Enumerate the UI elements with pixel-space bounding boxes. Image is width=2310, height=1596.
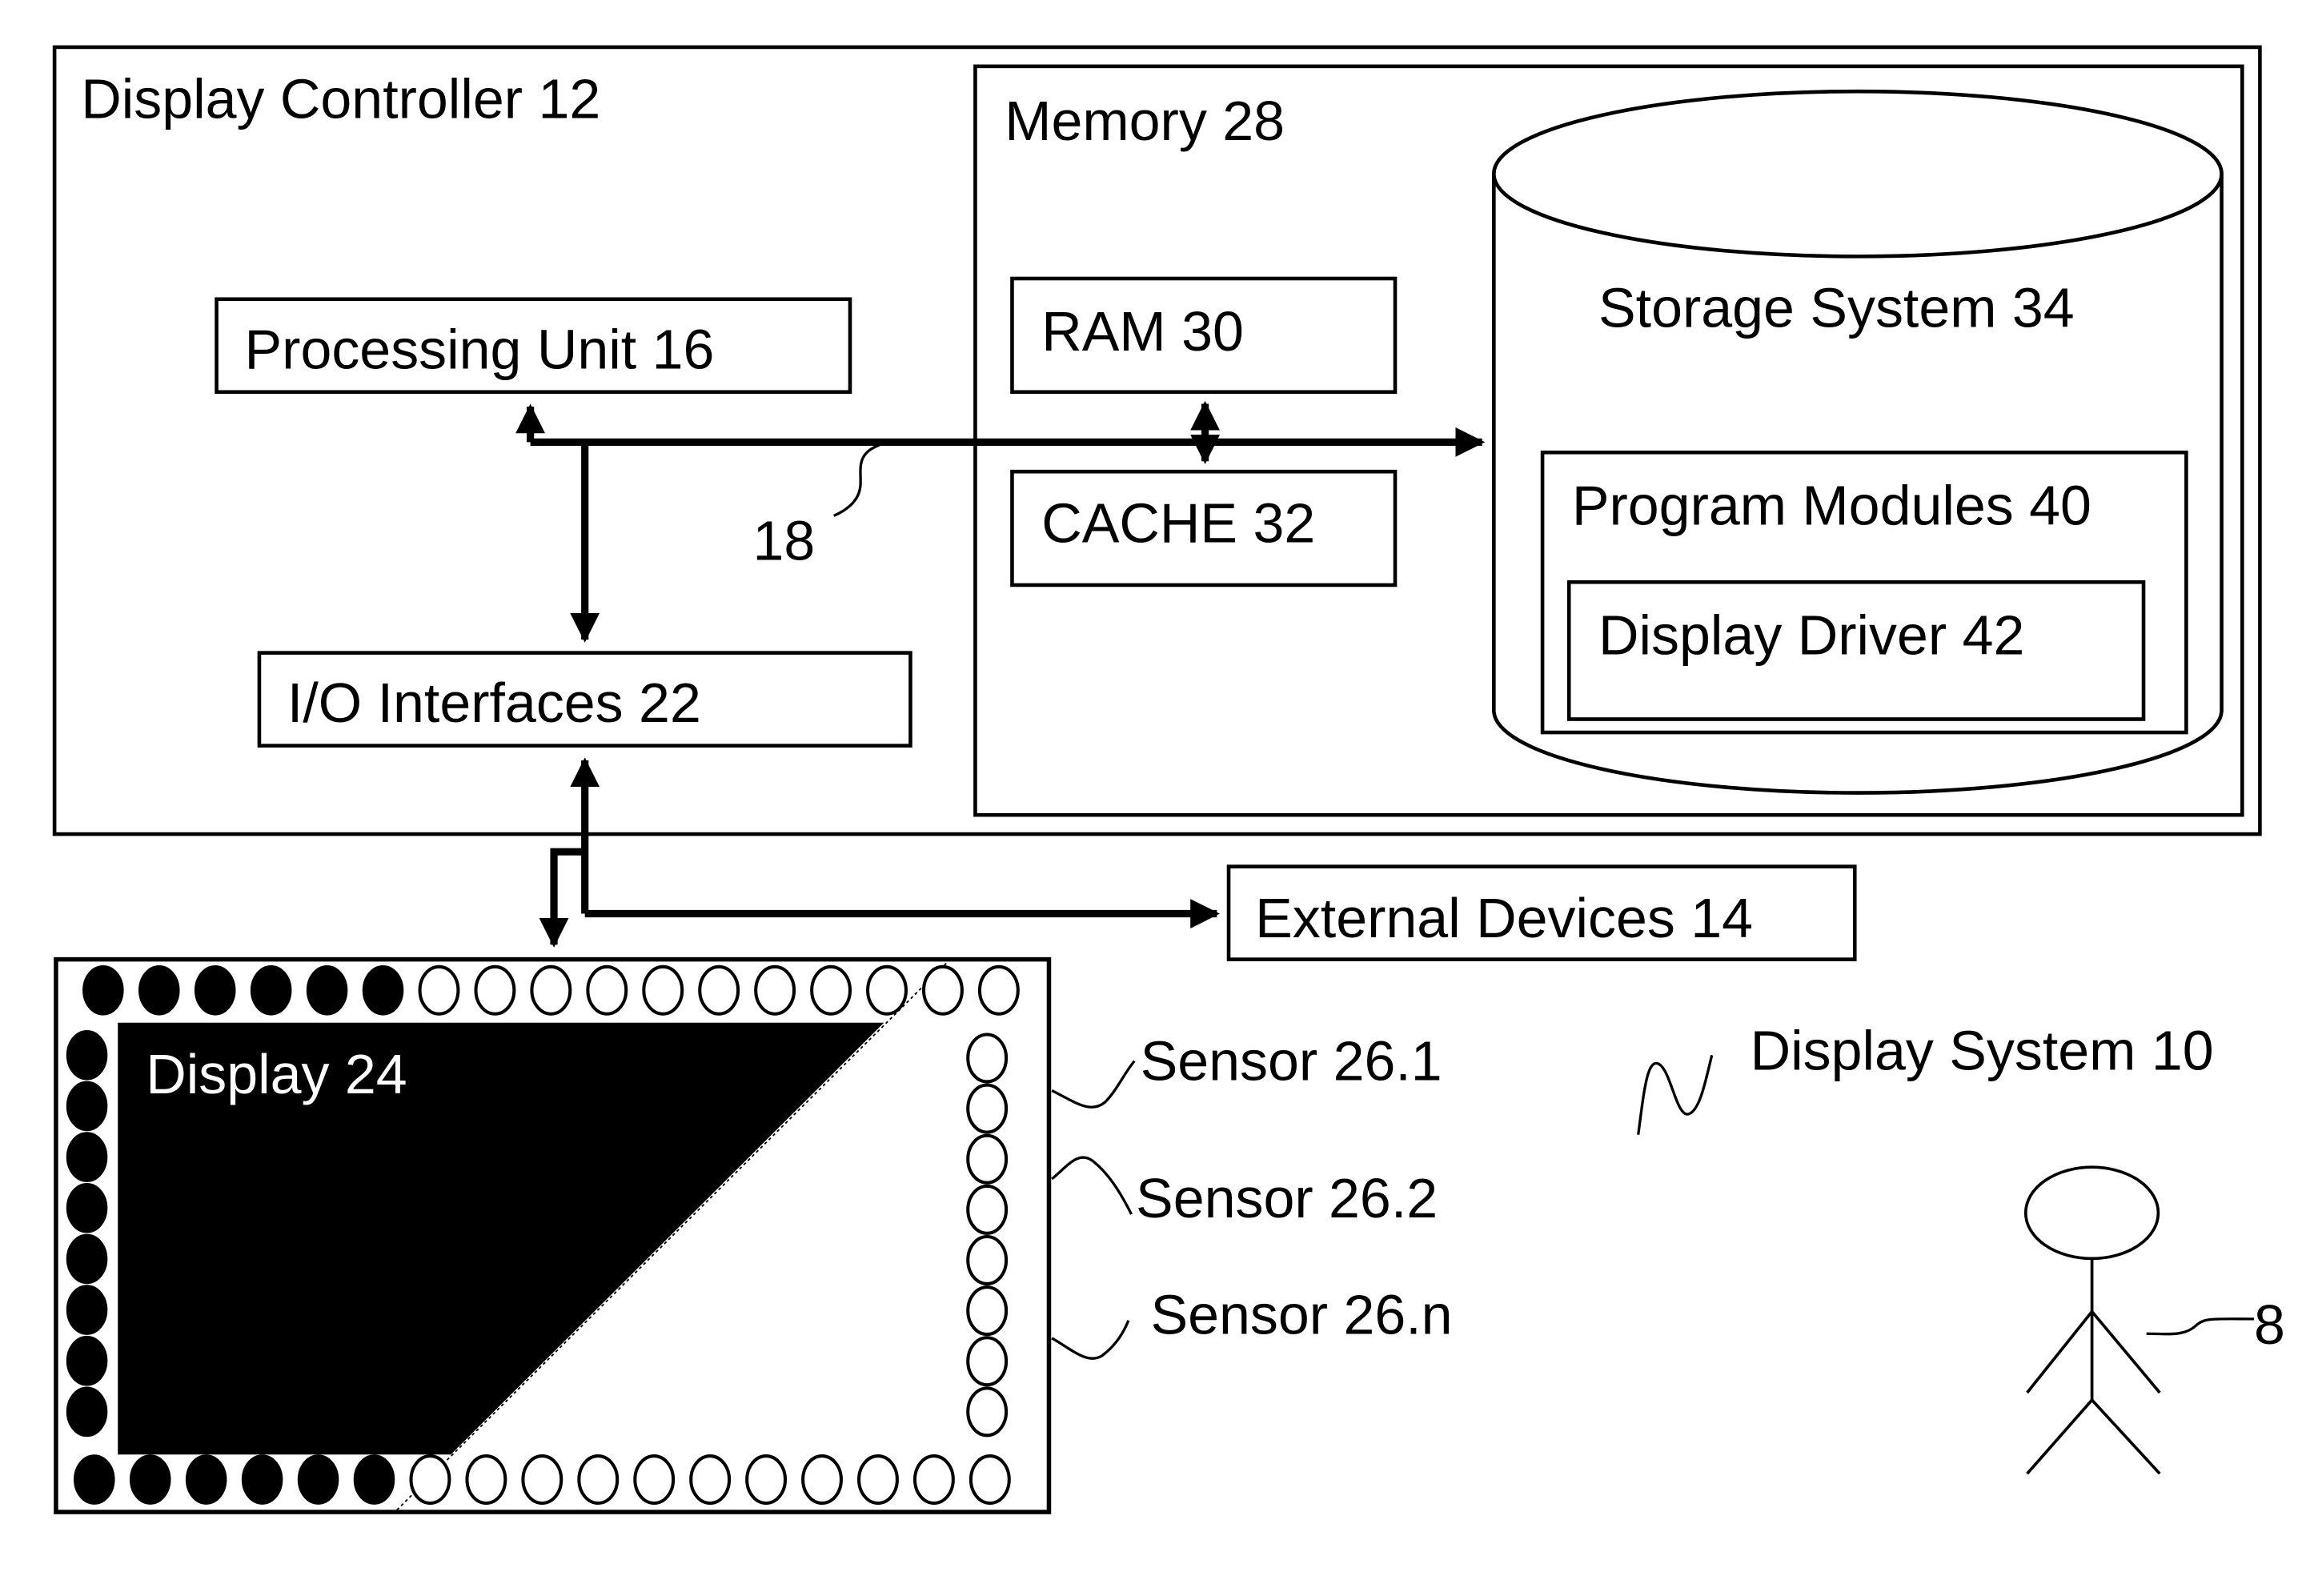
sensor-inactive <box>633 1454 676 1506</box>
cache-block: CACHE 32 <box>1010 469 1398 587</box>
user-head <box>2023 1165 2160 1261</box>
user-legs <box>2026 1398 2161 1475</box>
processing-unit-block: Processing Unit 16 <box>215 297 852 395</box>
display-label: Display 24 <box>146 1043 407 1105</box>
sensor-inactive <box>966 1083 1009 1134</box>
sensor-inactive <box>912 1454 955 1506</box>
io-to-display <box>539 848 585 948</box>
sensor-label-1: Sensor 26.1 <box>1141 1030 1442 1093</box>
sensor-inactive <box>966 1386 1009 1438</box>
sensor-inactive <box>642 964 684 1016</box>
sensor-inactive <box>966 1234 1009 1285</box>
sensor-inactive <box>866 964 908 1016</box>
io-interfaces-label: I/O Interfaces 22 <box>287 672 701 734</box>
program-modules-label: Program Modules 40 <box>1572 474 2091 536</box>
sensor-active <box>74 1454 115 1505</box>
sensor-active <box>66 1285 108 1335</box>
sensor-inactive <box>966 1033 1009 1084</box>
sensor-inactive <box>689 1454 732 1506</box>
cylinder-top <box>1492 89 2224 259</box>
sensor-inactive <box>977 964 1020 1016</box>
sensor-active <box>138 964 180 1016</box>
external-devices-block: External Devices 14 <box>1226 864 1857 961</box>
io-interfaces-block: I/O Interfaces 22 <box>257 651 912 748</box>
sensor-inactive <box>465 1454 507 1506</box>
sensor-inactive <box>801 1454 843 1506</box>
sensor-inactive <box>698 964 740 1016</box>
sensor-inactive <box>586 964 628 1016</box>
display-controller-label: Display Controller 12 <box>81 67 600 130</box>
sensor-active <box>66 1132 108 1182</box>
sensor-active <box>250 964 292 1016</box>
sensor-inactive <box>409 1454 451 1506</box>
display-system-reference: Display System 10 <box>1637 1020 2214 1135</box>
sensor-active <box>353 1454 395 1505</box>
sensor-inactive <box>966 1184 1009 1235</box>
storage-system-label: Storage System 34 <box>1598 277 2075 339</box>
external-devices-label: External Devices 14 <box>1255 887 1753 949</box>
sensor-labels: Sensor 26.1 Sensor 26.2 Sensor 26.n <box>1051 1030 1453 1360</box>
display-system-label: Display System 10 <box>1751 1020 2214 1082</box>
sensor-active <box>66 1233 108 1285</box>
sensor-leader-1 <box>1051 1060 1136 1109</box>
sensor-inactive <box>810 964 852 1016</box>
user-figure: 8 <box>2023 1165 2285 1475</box>
display-24: Display 24 <box>54 956 1052 1514</box>
sensor-active <box>241 1454 283 1505</box>
sensor-active <box>66 1386 108 1438</box>
sensor-active <box>194 964 236 1016</box>
sensor-active <box>297 1454 339 1505</box>
display-system-diagram: Display Controller 12 Processing Unit 16… <box>52 45 2285 1514</box>
user-leader-line <box>2146 1317 2255 1336</box>
display-driver-label: Display Driver 42 <box>1598 604 2024 666</box>
sensor-inactive <box>754 964 796 1016</box>
ram-label: RAM 30 <box>1041 300 1244 363</box>
sensor-active <box>185 1454 227 1505</box>
sensor-active <box>66 1182 108 1233</box>
sensor-active <box>362 964 404 1016</box>
sensor-active <box>66 1335 108 1386</box>
ram-block: RAM 30 <box>1010 276 1398 395</box>
sensor-leader-n <box>1051 1320 1130 1360</box>
bus-label: 18 <box>753 510 816 572</box>
sensor-inactive <box>474 964 516 1016</box>
cache-label: CACHE 32 <box>1041 492 1315 555</box>
sensor-label-n: Sensor 26.n <box>1150 1283 1452 1345</box>
sensor-inactive <box>969 1454 1011 1506</box>
sensor-inactive <box>521 1454 563 1506</box>
sensor-inactive <box>577 1454 620 1506</box>
sensor-active <box>66 1029 108 1081</box>
sensor-inactive <box>966 1336 1009 1387</box>
sensor-inactive <box>530 964 572 1016</box>
user-label: 8 <box>2254 1293 2285 1356</box>
sensor-active <box>66 1081 108 1132</box>
display-driver-block: Display Driver 42 <box>1566 579 2146 721</box>
sensor-active <box>82 964 124 1016</box>
sensor-inactive <box>745 1454 788 1506</box>
sensor-inactive <box>857 1454 899 1506</box>
sensor-label-2: Sensor 26.2 <box>1136 1167 1438 1229</box>
processing-unit-label: Processing Unit 16 <box>245 318 715 380</box>
sensor-inactive <box>966 1133 1009 1185</box>
sensor-leader-2 <box>1051 1156 1133 1215</box>
sensor-inactive <box>418 964 460 1016</box>
sensor-inactive <box>966 1285 1009 1337</box>
memory-label: Memory 28 <box>1005 90 1285 152</box>
display-system-squiggle <box>1637 1054 1714 1135</box>
sensor-active <box>129 1454 171 1505</box>
sensor-inactive <box>922 964 964 1016</box>
sensor-active <box>306 964 348 1016</box>
